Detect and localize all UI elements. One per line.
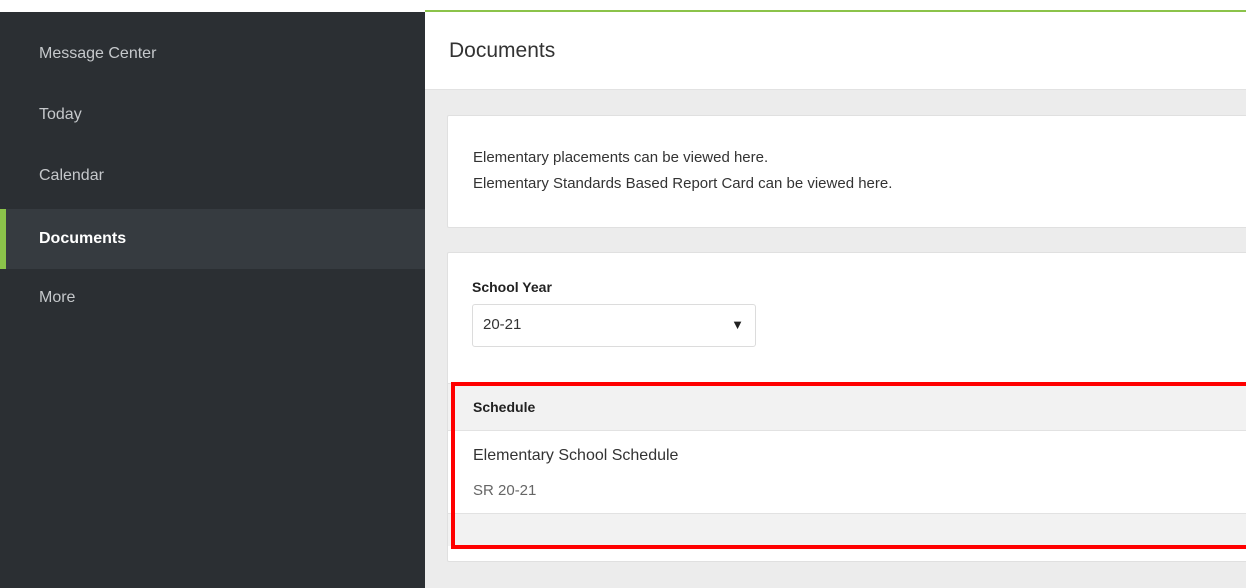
page-header: Documents <box>425 12 1246 90</box>
documents-card: School Year 20-21 ▼ Schedule Elementary … <box>447 252 1246 562</box>
schedule-heading: Schedule <box>473 399 536 415</box>
sidebar-item-today[interactable]: Today <box>0 86 425 144</box>
school-year-value: 20-21 <box>483 316 522 333</box>
schedule-section-footer <box>448 514 1246 546</box>
info-card: Elementary placements can be viewed here… <box>447 115 1246 228</box>
school-year-label: School Year <box>472 279 552 295</box>
sidebar-nav: Message Center Today Calendar Documents … <box>0 12 425 588</box>
schedule-section-header: Schedule <box>448 383 1246 431</box>
school-year-select[interactable]: 20-21 ▼ <box>472 304 756 347</box>
sidebar-item-more[interactable]: More <box>0 269 425 327</box>
schedule-document-item[interactable]: Elementary School Schedule SR 20-21 <box>448 431 1246 514</box>
placements-link-text[interactable]: Elementary placements can be viewed here… <box>473 149 768 166</box>
top-bar <box>0 0 1246 12</box>
sidebar-item-message-center[interactable]: Message Center <box>0 25 425 83</box>
report-card-link-text[interactable]: Elementary Standards Based Report Card c… <box>473 175 892 192</box>
schedule-item-subtitle: SR 20-21 <box>473 482 537 499</box>
sidebar-item-calendar[interactable]: Calendar <box>0 147 425 205</box>
schedule-item-name: Elementary School Schedule <box>473 447 679 464</box>
page-title: Documents <box>449 39 556 62</box>
sidebar-item-documents[interactable]: Documents <box>0 209 425 269</box>
caret-down-icon: ▼ <box>731 317 744 332</box>
